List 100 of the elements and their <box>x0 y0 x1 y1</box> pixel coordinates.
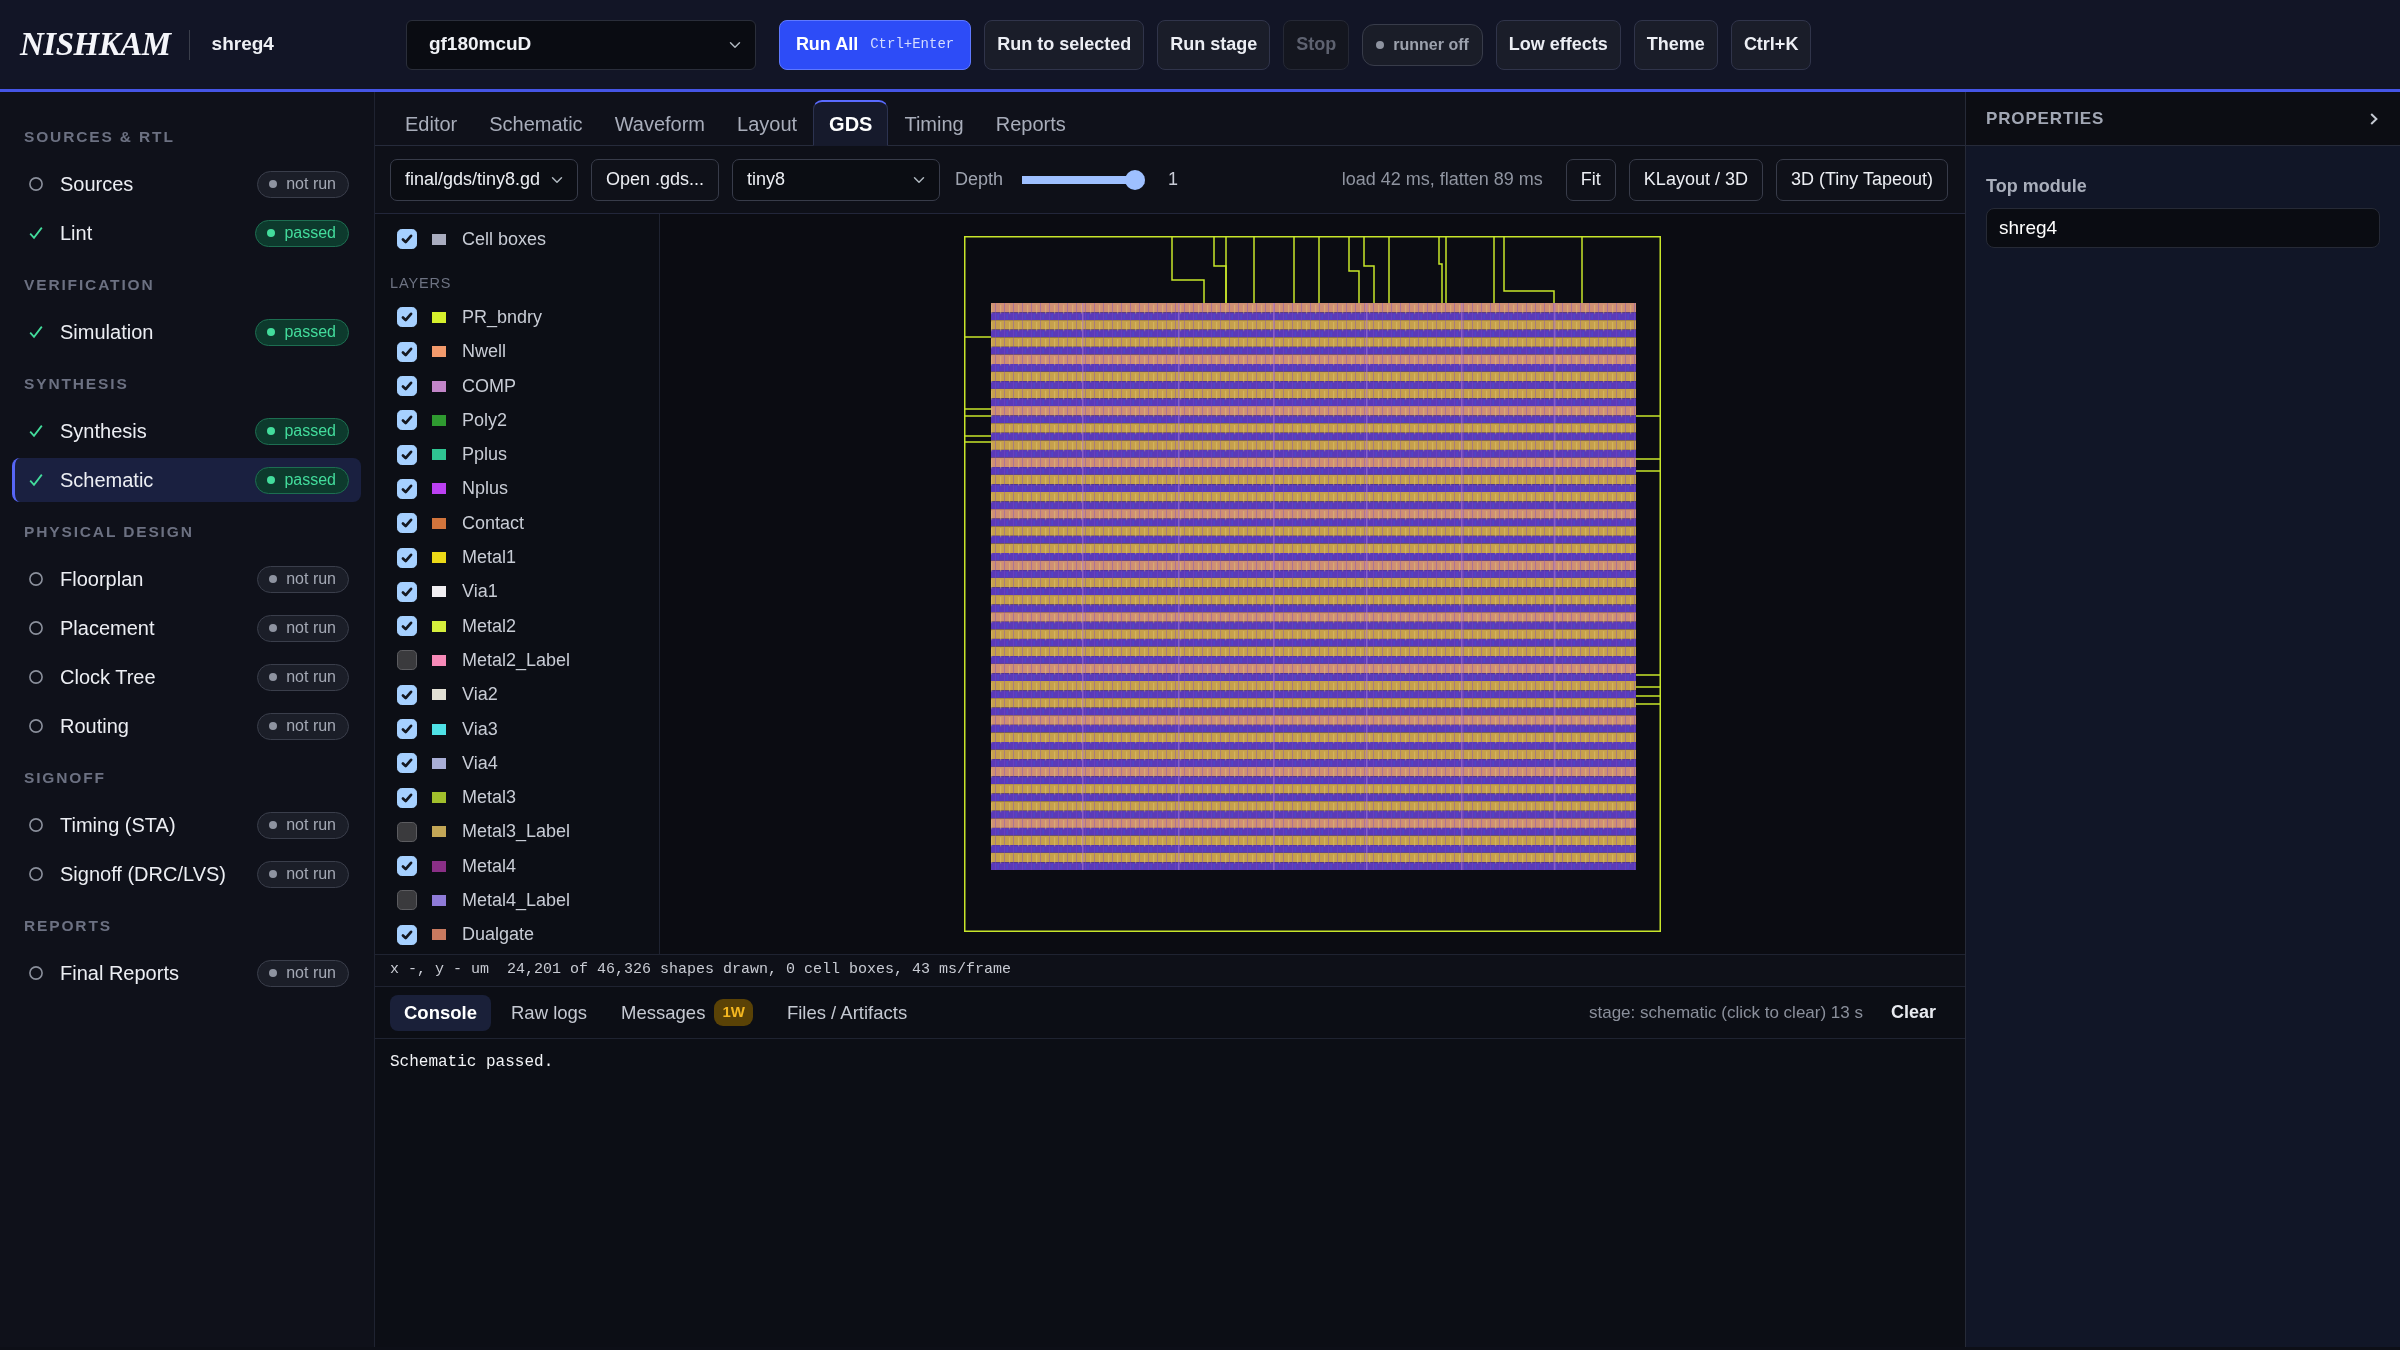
toolbar-button[interactable]: Run stage <box>1157 19 1271 70</box>
sidebar-item[interactable]: Sources not run <box>12 162 361 206</box>
sidebar-item[interactable]: Placement not run <box>12 606 361 650</box>
status-dot-icon <box>269 722 278 730</box>
status-text: not run <box>286 174 336 194</box>
sidebar-item[interactable]: Routing not run <box>12 704 361 748</box>
toolbar-button[interactable]: KLayout / 3D <box>1628 158 1763 201</box>
layer-checkbox[interactable] <box>397 821 417 842</box>
layer-name: Nwell <box>462 340 506 364</box>
tab[interactable]: Timing <box>888 100 980 146</box>
layer-name: Metal2 <box>462 614 517 638</box>
text-field[interactable]: shreg4 <box>1986 208 2380 248</box>
status-text: passed <box>284 223 336 243</box>
status-text: not run <box>286 963 336 983</box>
depth-label: Depth <box>955 168 1004 191</box>
section-heading: PHYSICAL DESIGN <box>24 522 195 542</box>
chevron-right-icon[interactable] <box>2370 112 2378 125</box>
tab[interactable]: Raw logs <box>497 994 602 1031</box>
layer-checkbox[interactable] <box>397 650 417 671</box>
layer-name: Dualgate <box>462 923 535 947</box>
brand-logo: NISHKAM <box>20 26 171 63</box>
section-heading: SYNTHESIS <box>24 374 130 394</box>
toolbar-button[interactable]: Fit <box>1565 158 1616 201</box>
section-heading: VERIFICATION <box>24 275 156 295</box>
tab[interactable]: Files / Artifacts <box>772 994 922 1031</box>
layer-name: Via3 <box>462 717 498 741</box>
layer-name: Nplus <box>462 477 509 501</box>
toolbar-button[interactable]: Low effects <box>1495 19 1621 70</box>
status-dot-icon <box>269 180 278 188</box>
layer-name: Poly2 <box>462 408 508 432</box>
status-dot-icon <box>267 328 276 336</box>
status-text: passed <box>284 470 336 490</box>
status-dot-icon <box>269 624 278 632</box>
status-text: not run <box>286 864 336 884</box>
section-heading: SIGNOFF <box>24 768 107 788</box>
tab[interactable]: Schematic <box>473 100 599 146</box>
toolbar-button[interactable]: Ctrl+K <box>1730 19 1812 70</box>
file-select[interactable]: final/gds/tiny8.gd <box>390 158 578 201</box>
sidebar-item[interactable]: Final Reports not run <box>12 951 361 995</box>
stage-status-link[interactable]: stage: schematic (click to clear) 13 s <box>1583 998 1869 1027</box>
toolbar-button[interactable]: 3D (Tiny Tapeout) <box>1775 158 1948 201</box>
tab[interactable]: Waveform <box>598 100 721 146</box>
layer-name: Metal4 <box>462 854 517 878</box>
layer-checkbox[interactable] <box>397 890 417 911</box>
sidebar-item[interactable]: Synthesis passed <box>12 409 361 453</box>
cell-boxes-checkbox[interactable] <box>397 229 417 250</box>
status-dot-icon <box>267 229 276 237</box>
status-dot-icon <box>269 673 278 681</box>
tab[interactable]: Reports <box>979 100 1082 146</box>
layer-name: Via1 <box>462 580 498 604</box>
panel-title: PROPERTIES <box>1986 107 2105 130</box>
layer-name: Metal1 <box>462 546 517 569</box>
project-name: shreg4 <box>211 32 274 57</box>
toolbar-button[interactable]: Run to selected <box>984 19 1145 70</box>
status-dot-icon <box>267 476 276 484</box>
status-text: passed <box>284 421 336 441</box>
cell-select[interactable]: tiny8 <box>732 158 941 201</box>
layer-name: Metal4_Label <box>462 889 571 913</box>
layer-name: Via4 <box>462 751 498 775</box>
layer-name: Metal3 <box>462 786 517 810</box>
slider-thumb[interactable] <box>1125 169 1146 190</box>
section-heading: SOURCES & RTL <box>24 127 176 147</box>
tab[interactable]: Editor <box>389 100 474 146</box>
status-text: not run <box>286 815 336 835</box>
status-text: passed <box>284 322 336 342</box>
sidebar-item[interactable]: Signoff (DRC/LVS) not run <box>12 852 361 896</box>
layer-name: Cell boxes <box>462 227 547 251</box>
layer-name: COMP <box>462 374 516 398</box>
tab[interactable]: Layout <box>721 100 814 146</box>
layer-name: Metal2_Label <box>462 648 571 673</box>
status-text: not run <box>286 569 336 589</box>
sidebar-item[interactable]: Schematic passed <box>12 458 361 502</box>
toolbar-button[interactable]: Run All Ctrl+Enter <box>778 19 972 70</box>
tab[interactable]: Messages 1W <box>607 994 767 1031</box>
sidebar-item[interactable]: Floorplan not run <box>12 557 361 601</box>
pdk-select[interactable]: gf180mcuD <box>405 19 756 70</box>
sidebar-item[interactable]: Timing (STA) not run <box>12 803 361 847</box>
status-dot-icon <box>269 575 278 583</box>
sidebar-item[interactable]: Lint passed <box>12 211 361 255</box>
tab[interactable]: GDS <box>813 100 889 146</box>
console-line: Schematic passed. <box>390 1052 555 1073</box>
tab[interactable]: Console <box>390 994 491 1031</box>
status-text: not run <box>286 667 336 687</box>
clear-button[interactable]: Clear <box>1878 995 1948 1030</box>
status-text: not run <box>286 618 336 638</box>
message-count-badge: 1W <box>714 999 753 1026</box>
status-dot-icon <box>267 427 276 435</box>
load-time-text: load 42 ms, flatten 89 ms <box>1341 168 1543 191</box>
sidebar-item[interactable]: Clock Tree not run <box>12 655 361 699</box>
sidebar-item[interactable]: Simulation passed <box>12 310 361 354</box>
cursor-coordinates: x -, y - um <box>390 960 490 981</box>
status-dot-icon <box>269 821 278 829</box>
section-heading: LAYERS <box>390 274 453 294</box>
status-dot-icon <box>269 969 278 977</box>
section-heading: REPORTS <box>24 916 113 936</box>
toolbar-button[interactable]: Theme <box>1633 19 1718 70</box>
layer-name: Metal3_Label <box>462 820 571 844</box>
open-file-button[interactable]: Open .gds... <box>591 158 720 201</box>
status-text: not run <box>286 716 336 736</box>
runner-status-button[interactable]: runner off <box>1362 23 1483 66</box>
